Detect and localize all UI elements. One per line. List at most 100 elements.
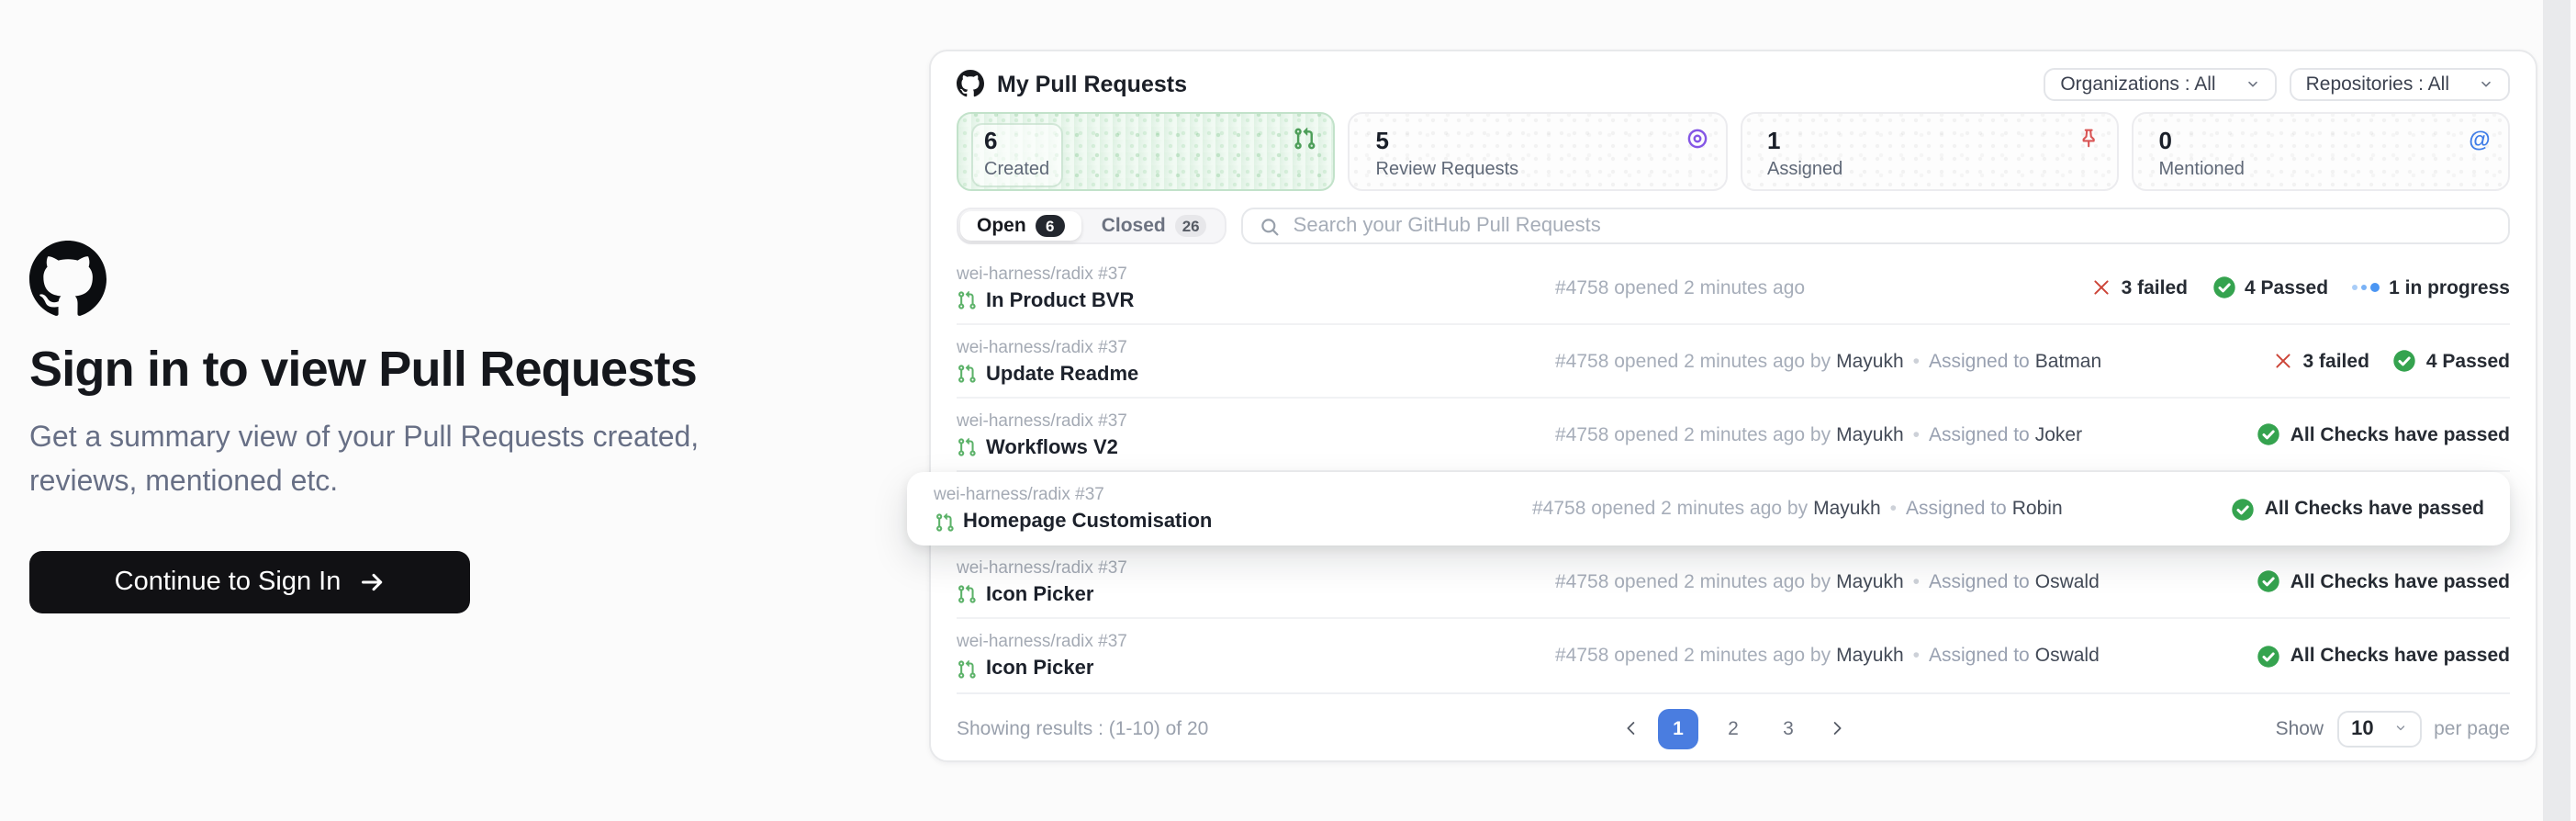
panel-footer: Showing results : (1-10) of 20 1 2 3 Sho… [957, 692, 2510, 762]
check-passed: All Checks have passed [2232, 497, 2484, 521]
check-failed: 3 failed [2274, 350, 2369, 372]
pr-repo: wei-harness/radix #37 [934, 485, 1532, 505]
repositories-dropdown-label: Repositories : All [2306, 73, 2449, 95]
stat-label: Created [984, 160, 1049, 180]
results-summary: Showing results : (1-10) of 20 [957, 717, 1208, 739]
stat-card-mentioned[interactable]: 0 Mentioned @ [2132, 112, 2511, 191]
check-circle-icon [2232, 497, 2256, 521]
pr-assignee: Robin [2012, 498, 2063, 520]
signin-subtitle: Get a summary view of your Pull Requests… [29, 417, 790, 505]
pr-checks: All Checks have passed [2257, 569, 2510, 593]
page-button-1[interactable]: 1 [1658, 708, 1698, 748]
pr-checks: All Checks have passed [2257, 422, 2510, 446]
pr-checks: All Checks have passed [2257, 644, 2510, 668]
pr-title[interactable]: Icon Picker [986, 658, 1093, 680]
stat-value: 1 [1767, 129, 1842, 154]
check-circle-icon [2257, 644, 2281, 668]
pr-checks: 3 failed 4 Passed 1 in progress [2092, 276, 2510, 299]
pr-title[interactable]: Homepage Customisation [963, 511, 1212, 533]
stat-value: 0 [2159, 129, 2245, 154]
panel-header: My Pull Requests Organizations : All Rep… [957, 51, 2510, 112]
tab-open[interactable]: Open 6 [960, 211, 1081, 241]
stats-row: 6 Created 5 Review Requests 1 Assigned [957, 112, 2510, 191]
signin-title: Sign in to view Pull Requests [29, 342, 837, 399]
pr-repo: wei-harness/radix #37 [957, 410, 1555, 431]
pr-row[interactable]: wei-harness/radix #37 Workflows V2 #4758… [957, 399, 2510, 472]
pr-repo: wei-harness/radix #37 [957, 337, 1555, 357]
pr-row[interactable]: wei-harness/radix #37 Icon Picker #4758 … [957, 545, 2510, 619]
header-filters: Organizations : All Repositories : All [2044, 67, 2510, 100]
check-circle-icon [2257, 422, 2281, 446]
pr-title[interactable]: Icon Picker [986, 583, 1093, 605]
stat-chip: 5 Review Requests [1363, 123, 1532, 187]
pr-meta: #4758 opened 2 minutes ago byMayukh•Assi… [1532, 498, 2232, 520]
chevron-down-icon [2479, 76, 2493, 91]
pr-checks: 3 failed 4 Passed [2274, 349, 2510, 373]
github-logo-icon [957, 70, 984, 97]
repositories-dropdown[interactable]: Repositories : All [2290, 67, 2510, 100]
stat-label: Review Requests [1376, 160, 1519, 180]
continue-sign-in-button[interactable]: Continue to Sign In [29, 551, 470, 613]
pull-request-icon [934, 512, 954, 532]
arrow-right-icon [359, 569, 385, 595]
pr-row[interactable]: wei-harness/radix #37 Update Readme #475… [957, 325, 2510, 399]
state-tabs: Open 6 Closed 26 [957, 208, 1227, 244]
check-passed: All Checks have passed [2257, 569, 2510, 593]
pr-title[interactable]: Workflows V2 [986, 436, 1118, 458]
pr-assignee: Joker [2035, 423, 2082, 445]
tab-closed-label: Closed [1102, 215, 1166, 237]
page-button-3[interactable]: 3 [1768, 708, 1809, 748]
next-page-button[interactable] [1823, 708, 1849, 748]
pr-assignee: Oswald [2035, 645, 2100, 667]
pr-row-main: wei-harness/radix #37 Update Readme [957, 337, 1555, 385]
page-scrollbar[interactable] [2543, 0, 2570, 821]
pr-row[interactable]: wei-harness/radix #37 Icon Picker #4758 … [957, 619, 2510, 692]
tab-closed[interactable]: Closed 26 [1085, 211, 1224, 241]
stat-card-review-requests[interactable]: 5 Review Requests [1349, 112, 1728, 191]
chevron-down-icon [2393, 722, 2406, 735]
pr-row-main: wei-harness/radix #37 Icon Picker [957, 557, 1555, 605]
pr-repo: wei-harness/radix #37 [957, 557, 1555, 578]
pr-title[interactable]: Update Readme [986, 363, 1138, 385]
page-size-select[interactable]: 10 [2336, 710, 2421, 747]
stat-value: 5 [1376, 129, 1519, 154]
pr-row-main: wei-harness/radix #37 In Product BVR [957, 264, 1555, 311]
per-page-label: per page [2434, 717, 2510, 739]
pr-title[interactable]: In Product BVR [986, 289, 1134, 311]
search-input[interactable] [1294, 215, 2492, 237]
progress-dots-icon [2352, 283, 2380, 292]
pull-request-list: wei-harness/radix #37 In Product BVR #47… [957, 252, 2510, 692]
check-progress: 1 in progress [2352, 276, 2510, 298]
pull-request-icon [957, 437, 977, 457]
pull-request-icon [957, 290, 977, 310]
prev-page-button[interactable] [1618, 708, 1643, 748]
check-passed: 4 Passed [2393, 349, 2510, 373]
page-button-2[interactable]: 2 [1713, 708, 1753, 748]
pr-checks: All Checks have passed [2232, 497, 2484, 521]
pull-request-icon [957, 658, 977, 679]
organizations-dropdown[interactable]: Organizations : All [2044, 67, 2276, 100]
panel-title: My Pull Requests [997, 71, 1187, 96]
show-label: Show [2276, 717, 2324, 739]
search-icon [1260, 216, 1281, 236]
pr-row[interactable]: wei-harness/radix #37 In Product BVR #47… [957, 252, 2510, 325]
pr-row-highlighted[interactable]: wei-harness/radix #37 Homepage Customisa… [906, 472, 2510, 545]
stat-card-assigned[interactable]: 1 Assigned [1740, 112, 2119, 191]
pr-author: Mayukh [1813, 498, 1881, 520]
pr-author: Mayukh [1836, 645, 1904, 667]
stat-card-created[interactable]: 6 Created [957, 112, 1336, 191]
per-page-control: Show 10 per page [2276, 710, 2510, 747]
git-pull-request-icon [1294, 127, 1317, 151]
page-size-value: 10 [2351, 717, 2374, 739]
pr-meta: #4758 opened 2 minutes ago byMayukh•Assi… [1555, 423, 2257, 445]
stat-label: Mentioned [2159, 160, 2245, 180]
tab-open-count: 6 [1036, 215, 1065, 237]
at-icon: @ [2468, 127, 2492, 151]
panel-title-wrap: My Pull Requests [957, 70, 1187, 97]
check-failed: 3 failed [2092, 276, 2188, 298]
stat-chip: 0 Mentioned [2146, 123, 2257, 187]
stat-label: Assigned [1767, 160, 1842, 180]
stat-chip: 1 Assigned [1754, 123, 1855, 187]
pull-requests-panel: My Pull Requests Organizations : All Rep… [929, 50, 2537, 762]
check-circle-icon [2393, 349, 2417, 373]
